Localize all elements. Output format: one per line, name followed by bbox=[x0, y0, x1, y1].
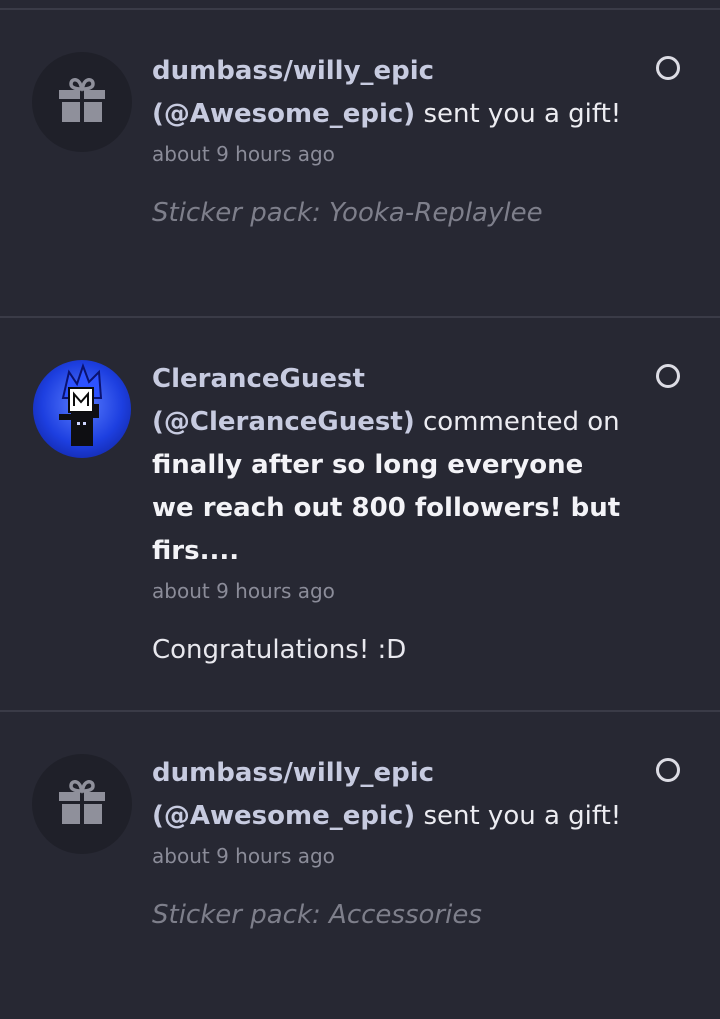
gift-icon bbox=[57, 778, 107, 830]
actor-handle[interactable]: (@CleranceGuest) bbox=[152, 407, 415, 437]
notification-item[interactable]: CleranceGuest (@CleranceGuest) commented… bbox=[0, 318, 720, 710]
notification-content: CleranceGuest (@CleranceGuest) commented… bbox=[152, 358, 622, 667]
notification-item[interactable]: dumbass/willy_epic (@Awesome_epic) sent … bbox=[0, 10, 720, 316]
gift-icon bbox=[57, 76, 107, 128]
avatar[interactable] bbox=[33, 360, 131, 458]
notification-message: CleranceGuest (@CleranceGuest) commented… bbox=[152, 358, 622, 573]
timestamp: about 9 hours ago bbox=[152, 142, 335, 166]
action-text: commented on bbox=[422, 407, 620, 437]
notification-message: dumbass/willy_epic (@Awesome_epic) sent … bbox=[152, 50, 622, 136]
action-text: sent you a gift! bbox=[423, 99, 622, 129]
notification-detail: Sticker pack: Yooka-Replaylee bbox=[152, 198, 543, 228]
avatar[interactable] bbox=[32, 52, 132, 152]
unread-indicator[interactable] bbox=[656, 364, 680, 388]
notification-item[interactable]: dumbass/willy_epic (@Awesome_epic) sent … bbox=[0, 712, 720, 1019]
avatar[interactable] bbox=[32, 754, 132, 854]
notification-content: dumbass/willy_epic (@Awesome_epic) sent … bbox=[152, 50, 622, 230]
unread-indicator[interactable] bbox=[656, 758, 680, 782]
post-title-link[interactable]: finally after so long everyone we reach … bbox=[152, 450, 620, 566]
timestamp: about 9 hours ago bbox=[152, 844, 335, 868]
timestamp: about 9 hours ago bbox=[152, 579, 335, 603]
notification-message: dumbass/willy_epic (@Awesome_epic) sent … bbox=[152, 752, 622, 838]
actor-name[interactable]: dumbass/willy_epic bbox=[152, 56, 434, 86]
notification-content: dumbass/willy_epic (@Awesome_epic) sent … bbox=[152, 752, 622, 932]
actor-name[interactable]: dumbass/willy_epic bbox=[152, 758, 434, 788]
unread-indicator[interactable] bbox=[656, 56, 680, 80]
actor-handle[interactable]: (@Awesome_epic) bbox=[152, 801, 415, 831]
notification-detail: Sticker pack: Accessories bbox=[152, 900, 482, 930]
actor-name[interactable]: CleranceGuest bbox=[152, 364, 365, 394]
comment-text: Congratulations! :D bbox=[152, 635, 407, 665]
action-text: sent you a gift! bbox=[423, 801, 622, 831]
actor-handle[interactable]: (@Awesome_epic) bbox=[152, 99, 415, 129]
user-avatar-icon bbox=[33, 360, 131, 458]
notification-feed: dumbass/willy_epic (@Awesome_epic) sent … bbox=[0, 0, 720, 1019]
